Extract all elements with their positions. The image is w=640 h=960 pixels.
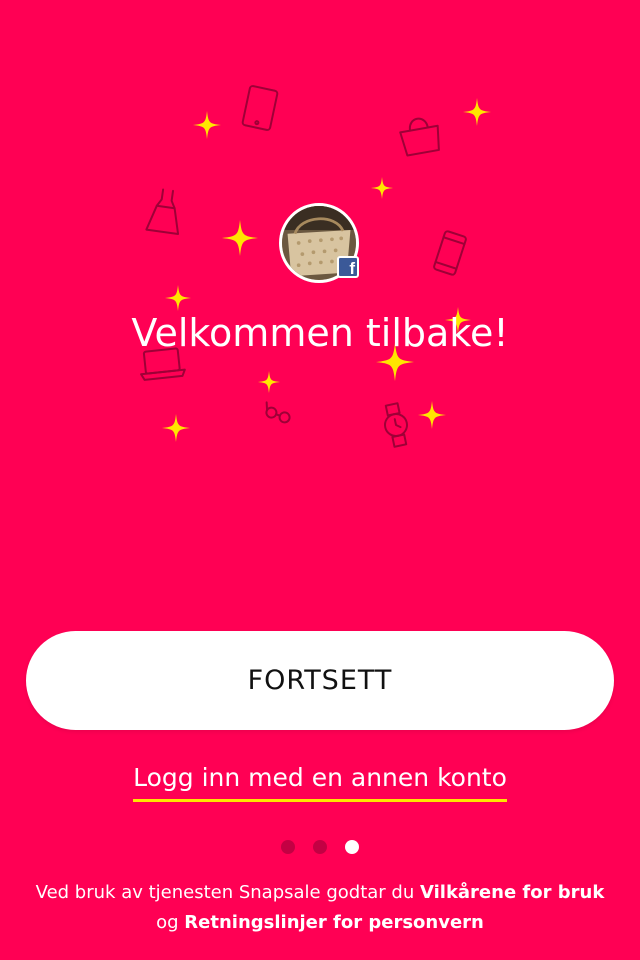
terms-prefix: Ved bruk av tjenesten Snapsale godtar du [35, 882, 420, 903]
dress-icon [145, 188, 180, 236]
welcome-back-screen: f Velkommen tilbake! FORTSETT Logg inn m… [0, 0, 640, 960]
page-dot[interactable] [313, 840, 327, 854]
page-dot[interactable] [281, 840, 295, 854]
glasses-icon [265, 401, 291, 424]
page-indicator [0, 840, 640, 854]
privacy-policy-link[interactable]: Retningslinjer for personvern [184, 912, 484, 933]
alt-login-container: Logg inn med en annen konto [0, 760, 640, 802]
terms-notice: Ved bruk av tjenesten Snapsale godtar du… [30, 878, 610, 938]
alt-login-link[interactable]: Logg inn med en annen konto [133, 760, 507, 802]
facebook-icon: f [337, 256, 359, 278]
phone-icon [433, 230, 467, 276]
handbag-icon [399, 117, 440, 157]
terms-middle: og [156, 912, 185, 933]
watch-icon [384, 402, 408, 448]
terms-of-use-link[interactable]: Vilkårene for bruk [420, 882, 604, 903]
continue-button[interactable]: FORTSETT [26, 631, 614, 730]
page-dot-active[interactable] [345, 840, 359, 854]
welcome-title: Velkommen tilbake! [131, 311, 509, 355]
tablet-icon [241, 85, 279, 131]
